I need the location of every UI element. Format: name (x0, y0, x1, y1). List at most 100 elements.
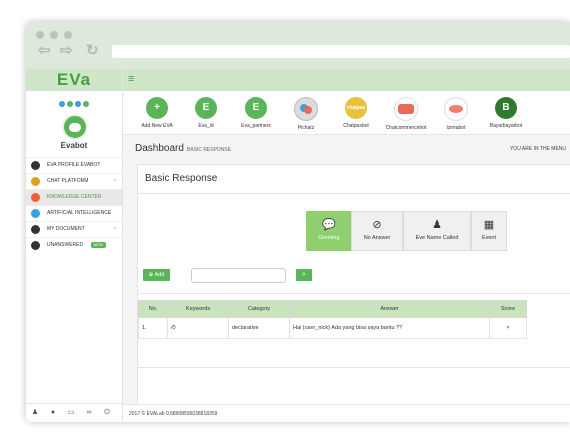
back-arrow-icon[interactable]: ⇦ (38, 43, 51, 58)
bot-avatar-icon: chatpas (345, 97, 367, 119)
bot-label: Eva_id (198, 123, 214, 129)
monitor-icon[interactable]: ▭ (62, 404, 80, 422)
bot-add-new[interactable]: + Add New EVA (129, 97, 185, 129)
bot-label: Chatpasbot (343, 123, 369, 129)
bot-pichatz[interactable]: Pichatz (278, 97, 334, 131)
bot-avatar-icon (444, 97, 468, 121)
bot-chatpasbot[interactable]: chatpas Chatpasbot (328, 97, 384, 129)
sidebar-item-artificial-intelligence[interactable]: ARTIFICIAL INTELLIGENCE (26, 205, 122, 221)
bot-label: Add New EVA (141, 123, 173, 129)
page-subtitle: BASIC RESPONSE (186, 147, 232, 153)
chevron-right-icon: › (114, 178, 116, 184)
tab-label: No Answer (363, 235, 391, 241)
bot-label: Izimabot (446, 125, 466, 131)
column-header[interactable]: Category (228, 300, 290, 318)
bot-eva-partners[interactable]: E Eva_partners (228, 97, 284, 129)
tab-label: Eve Name Called (415, 235, 459, 241)
bot-bayarbayarbot[interactable]: B Bayarbayarbot (478, 97, 534, 129)
bot-label: Bayarbayarbot (489, 123, 523, 129)
add-icon: + (146, 97, 168, 119)
breadcrumb: Dashboard BASIC RESPONSE YOU ARE IN THE M… (123, 135, 570, 157)
column-header[interactable]: No. (138, 300, 168, 318)
hamburger-menu-icon[interactable]: ≡ (128, 74, 134, 85)
column-header[interactable]: Answer (289, 300, 490, 318)
top-bar: ≡ (123, 69, 570, 91)
search-input[interactable] (191, 268, 286, 283)
bot-label: Eva_partners (241, 123, 271, 129)
person-icon: ♟ (432, 219, 442, 231)
sidebar-item-eva-profile[interactable]: EVA PROFILE EVABOT (26, 157, 122, 173)
chat-icon (31, 177, 40, 186)
sidebar-item-label: CHAT PLATFORM (47, 178, 89, 184)
platform-dot-icon (83, 101, 89, 107)
add-label: Add (154, 272, 165, 278)
basic-response-panel: Basic Response 💬 Greeting ⊘ No Answer ♟ … (137, 164, 570, 422)
search-icon: ⌕ (302, 271, 306, 278)
question-icon (31, 241, 40, 250)
user-icon[interactable]: ♟ (26, 404, 44, 422)
page-title: Dashboard BASIC RESPONSE (135, 143, 231, 154)
page-title-text: Dashboard (135, 143, 184, 154)
window-dot-icon[interactable] (36, 31, 44, 39)
bot-avatar-icon: E (245, 97, 267, 119)
sidebar-item-label: EVA PROFILE EVABOT (47, 162, 101, 168)
app-logo[interactable]: EVa (26, 69, 122, 91)
link-icon[interactable]: ∞ (80, 404, 98, 422)
sidebar-item-chat-platform[interactable]: CHAT PLATFORM › (26, 173, 122, 189)
bot-avatar (62, 114, 88, 140)
window-dot-icon[interactable] (50, 31, 58, 39)
bot-name: Evabot (60, 141, 88, 150)
browser-window: ⇦ ⇨ ↻ EVa Evabot EVA PROFILE EVABOT CHAT… (26, 22, 570, 422)
divider (138, 193, 570, 194)
sidebar-item-unanswered[interactable]: UNANSWERED NEW (26, 237, 122, 253)
chat-icon: 💬 (322, 219, 336, 231)
sidebar-menu: EVA PROFILE EVABOT CHAT PLATFORM › KNOWL… (26, 157, 122, 253)
chevron-right-icon: › (114, 226, 116, 232)
search-button[interactable]: ⌕ (296, 269, 312, 281)
user-icon (31, 161, 40, 170)
url-bar[interactable] (112, 45, 570, 58)
row-keywords: /0 (167, 317, 229, 339)
column-header[interactable]: Keywords (167, 300, 229, 318)
platform-dot-icon (67, 101, 73, 107)
bot-chatcommercebot[interactable]: Chatcommercebot (378, 97, 434, 131)
ban-icon: ⊘ (372, 219, 382, 231)
chat-icon[interactable]: ● (44, 404, 62, 422)
table-row[interactable]: 1. /0 declarative Hai {user_nick} Ada ya… (138, 317, 527, 339)
platform-dot-icon (59, 101, 65, 107)
new-badge: NEW (90, 241, 106, 248)
add-button[interactable]: ⊕ Add (143, 269, 170, 281)
bot-eva-id[interactable]: E Eva_id (178, 97, 234, 129)
brain-icon (31, 209, 40, 218)
panel-title: Basic Response (145, 173, 218, 184)
bot-avatar-icon (294, 97, 318, 121)
reload-icon[interactable]: ↻ (86, 43, 99, 58)
tab-eve-name-called[interactable]: ♟ Eve Name Called (403, 211, 471, 251)
main-content: ≡ + Add New EVA E Eva_id E Eva_partners (123, 69, 570, 422)
calendar-icon: ▦ (483, 219, 495, 231)
sidebar-item-label: ARTIFICIAL INTELLIGENCE (47, 210, 112, 216)
bot-avatar-icon: B (495, 97, 517, 119)
forward-arrow-icon[interactable]: ⇨ (60, 43, 73, 58)
bot-label: Chatcommercebot (385, 125, 427, 131)
table-body-area (138, 337, 570, 368)
tab-label: Event (481, 235, 497, 241)
sidebar-item-label: MY DOCUMENT (47, 226, 85, 232)
power-icon[interactable]: ⏻ (98, 404, 116, 422)
tab-no-answer[interactable]: ⊘ No Answer (351, 211, 403, 251)
row-score[interactable]: × (489, 317, 527, 339)
window-dot-icon[interactable] (64, 31, 72, 39)
row-category: declarative (228, 317, 290, 339)
document-icon (31, 225, 40, 234)
column-header[interactable]: Score (489, 300, 527, 318)
sidebar-footer: ♟ ● ▭ ∞ ⏻ (26, 403, 122, 422)
sidebar-item-knowledge-center[interactable]: KNOWLEDGE CENTER (26, 189, 122, 205)
bot-izimabot[interactable]: Izimabot (428, 97, 484, 131)
tab-event[interactable]: ▦ Event (471, 211, 507, 251)
tab-greeting[interactable]: 💬 Greeting (306, 211, 352, 251)
row-number: 1. (138, 317, 168, 339)
sidebar: EVa Evabot EVA PROFILE EVABOT CHAT PLATF… (26, 69, 123, 422)
sidebar-item-label: KNOWLEDGE CENTER (47, 194, 102, 200)
table-header: No. Keywords Category Answer Score (138, 300, 527, 318)
sidebar-item-my-document[interactable]: MY DOCUMENT › (26, 221, 122, 237)
